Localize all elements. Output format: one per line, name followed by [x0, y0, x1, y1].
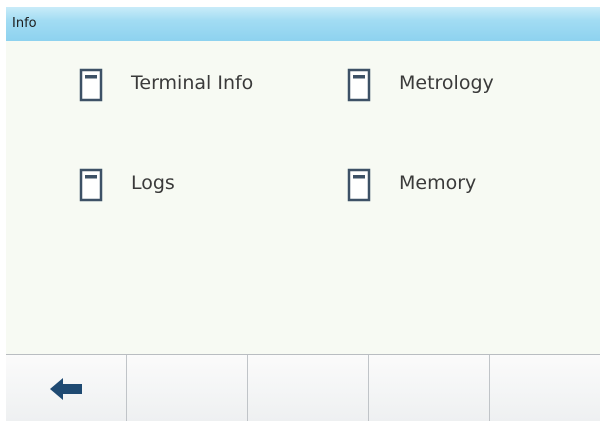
softkey-bar	[6, 354, 600, 421]
menu-item-memory[interactable]: Memory	[346, 165, 566, 205]
app-window: Info Terminal Info Metrology Logs Memory	[6, 7, 600, 421]
menu-item-logs[interactable]: Logs	[78, 165, 298, 205]
page-title: Info	[12, 16, 37, 31]
softkey-2[interactable]	[127, 355, 248, 421]
back-arrow-icon	[50, 378, 82, 404]
softkey-4[interactable]	[369, 355, 490, 421]
menu-item-label: Memory	[399, 172, 477, 194]
softkey-back[interactable]	[6, 355, 127, 421]
softkey-5[interactable]	[490, 355, 600, 421]
title-bar: Info	[6, 7, 600, 41]
menu-item-label: Metrology	[399, 72, 494, 94]
menu-item-metrology[interactable]: Metrology	[346, 65, 566, 105]
document-icon	[78, 168, 104, 202]
menu-item-terminal-info[interactable]: Terminal Info	[78, 65, 298, 105]
softkey-3[interactable]	[248, 355, 369, 421]
document-icon	[346, 68, 372, 102]
document-icon	[78, 68, 104, 102]
document-icon	[346, 168, 372, 202]
menu-item-label: Terminal Info	[131, 72, 254, 94]
menu-item-label: Logs	[131, 172, 175, 194]
